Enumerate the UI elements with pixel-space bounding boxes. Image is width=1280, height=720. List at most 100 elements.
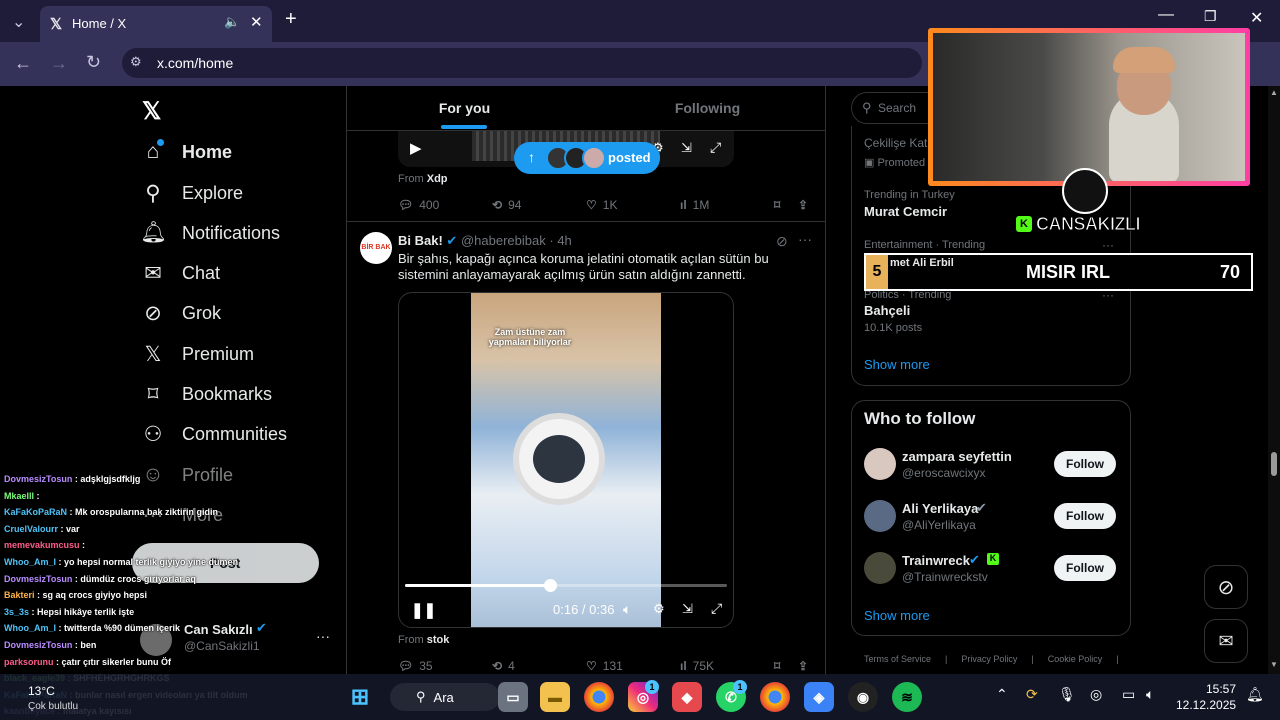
trend-item[interactable]: Murat Cemcir — [864, 204, 947, 219]
nav-item-chat[interactable]: ✉ Chat — [140, 253, 220, 293]
chrome-icon[interactable] — [584, 682, 614, 712]
start-windows-icon[interactable]: ⊞ — [345, 682, 375, 712]
file-explorer-icon[interactable]: ▬ — [540, 682, 570, 712]
reply-button[interactable]: 💬︎ 400 — [398, 198, 439, 212]
back-icon[interactable]: ← — [14, 53, 32, 74]
speaker-icon[interactable]: 🔈 — [224, 14, 240, 30]
new-posts-pill[interactable]: ↑ posted — [514, 142, 660, 174]
tweet1-from: From Xdp — [398, 173, 448, 185]
reload-icon[interactable]: ↻ — [86, 52, 101, 73]
taskbar-search[interactable]: ⚲ Ara — [390, 683, 500, 711]
tweet2-handle[interactable]: @haberebibak — [461, 233, 546, 248]
reply-button[interactable]: 💬︎ 35 — [398, 659, 433, 673]
scroll-down-icon[interactable]: ▼ — [1270, 660, 1278, 669]
close-window-icon[interactable]: ✕ — [1250, 8, 1263, 28]
views-button[interactable]: ıl 1M — [680, 198, 709, 212]
forward-icon[interactable]: → — [50, 53, 68, 74]
x-logo-icon[interactable]: 𝕏 — [142, 97, 161, 126]
weather-widget[interactable]: 13°C Çok bulutlu — [28, 684, 78, 712]
sync-icon[interactable]: ⟳ — [1026, 686, 1038, 703]
nav-item-premium[interactable]: 𝕏 Premium — [140, 334, 254, 374]
taskbar-clock[interactable]: 15:57 12.12.2025 — [1176, 681, 1236, 713]
tweet2-from-source[interactable]: stok — [427, 634, 450, 646]
grok-float-button[interactable]: ⊘ — [1204, 565, 1248, 609]
microphone-icon[interactable]: 🎙︎ — [1058, 686, 1076, 703]
obs-icon[interactable]: ◉ — [848, 682, 878, 712]
more-dots-icon[interactable]: ··· — [316, 628, 330, 644]
fullscreen-icon[interactable]: ⤢ — [711, 600, 722, 617]
spotify-icon[interactable]: ≋ — [892, 682, 922, 712]
bookmark-button[interactable]: ⌑ — [774, 659, 780, 673]
nav-item-home[interactable]: ⌂ Home — [140, 132, 232, 172]
trends-show-more[interactable]: Show more — [864, 357, 930, 372]
nav-item-profile[interactable]: ☺ Profile — [140, 455, 233, 495]
tab-following[interactable]: Following — [590, 86, 825, 130]
who-to-follow-show-more[interactable]: Show more — [864, 608, 930, 623]
location-icon[interactable]: ◎ — [1090, 686, 1102, 703]
trend-item[interactable]: Bahçeli — [864, 303, 910, 318]
footer-link[interactable]: Terms of Service — [864, 654, 931, 664]
play-icon[interactable]: ▶ — [410, 139, 422, 157]
follow-suggestion[interactable]: Ali Yerlikaya ✔ @AliYerlikaya Follow — [864, 500, 1124, 534]
repost-button[interactable]: ⟲ 94 — [492, 198, 521, 212]
footer-link[interactable]: Privacy Policy — [961, 654, 1017, 664]
nav-item-bookmarks[interactable]: ⌑ Bookmarks — [140, 374, 272, 414]
more-dots-icon[interactable]: ··· — [1102, 238, 1114, 252]
minimize-icon[interactable]: — — [1158, 6, 1174, 24]
views-button[interactable]: ıl 75K — [680, 659, 714, 673]
app-icon[interactable]: ◈ — [804, 682, 834, 712]
tweet1-from-source[interactable]: Xdp — [427, 173, 448, 185]
url-bar[interactable]: ⚙ x.com/home — [122, 48, 922, 78]
browser-tab[interactable]: 𝕏 Home / X 🔈 ✕ — [40, 6, 272, 42]
nav-item-notifications[interactable]: 🔔︎ Notifications — [140, 213, 280, 253]
pip-icon[interactable]: ⇲ — [681, 140, 692, 156]
grok-icon[interactable]: ⊘ — [776, 233, 788, 250]
restore-window-icon[interactable]: ❐ — [1204, 8, 1217, 25]
tab-for-you[interactable]: For you — [347, 86, 582, 130]
task-view-icon[interactable]: ▭ — [498, 682, 528, 712]
follow-suggestion[interactable]: zampara seyfettin @eroscawcixyx Follow — [864, 448, 1124, 482]
trend-promoted-meta: ▣ Promoted — [864, 157, 926, 169]
tweet2-author-name[interactable]: Bi Bak! — [398, 233, 443, 248]
trend-promoted-title[interactable]: Çekilişe Katıl — [864, 136, 933, 150]
follow-button[interactable]: Follow — [1054, 451, 1116, 477]
speaker-icon[interactable]: 🔈︎ — [1146, 686, 1154, 703]
tab-list-chevron-icon[interactable]: ⌄ — [12, 12, 25, 32]
share-button[interactable]: ⇪ — [798, 198, 808, 212]
like-button[interactable]: ♡ 131 — [586, 659, 623, 673]
nav-item-grok[interactable]: ⊘ Grok — [140, 293, 221, 333]
like-button[interactable]: ♡ 1K — [586, 198, 617, 212]
notification-bell-icon[interactable]: 🔔︎ — [1246, 686, 1264, 703]
app-icon[interactable]: ◆ — [672, 682, 702, 712]
scrollbar-thumb[interactable] — [1271, 452, 1277, 476]
video-progress-handle[interactable] — [543, 579, 557, 592]
follow-suggestion[interactable]: Trainwreck ✔ K @Trainwreckstv Follow — [864, 552, 1124, 586]
site-settings-icon[interactable]: ⚙ — [130, 54, 142, 70]
fullscreen-icon[interactable]: ⤢ — [710, 139, 721, 156]
scroll-up-icon[interactable]: ▲ — [1270, 88, 1278, 97]
settings-gear-icon[interactable]: ⚙ — [653, 601, 665, 617]
network-icon[interactable]: ▭ — [1122, 686, 1135, 703]
more-dots-icon[interactable]: ··· — [798, 231, 812, 247]
pip-icon[interactable]: ⇲ — [682, 601, 693, 617]
page-scrollbar[interactable]: ▲ ▼ — [1268, 86, 1280, 674]
close-tab-icon[interactable]: ✕ — [250, 13, 263, 31]
new-tab-icon[interactable]: + — [285, 8, 297, 31]
nav-item-explore[interactable]: ⚲ Explore — [140, 173, 243, 213]
follow-button[interactable]: Follow — [1054, 503, 1116, 529]
bookmark-button[interactable]: ⌑ — [774, 198, 780, 212]
pause-icon[interactable]: ❚❚ — [411, 601, 436, 619]
tweet2-time[interactable]: 4h — [557, 233, 571, 248]
follow-button[interactable]: Follow — [1054, 555, 1116, 581]
chrome-icon[interactable] — [760, 682, 790, 712]
tweet2-avatar[interactable]: BİR BAK — [360, 232, 392, 264]
share-button[interactable]: ⇪ — [798, 659, 808, 673]
messages-float-button[interactable]: ✉ — [1204, 619, 1248, 663]
video-progress-track[interactable] — [405, 579, 727, 592]
chevron-up-icon[interactable]: ⌃ — [996, 686, 1008, 703]
footer-link[interactable]: Cookie Policy — [1048, 654, 1103, 664]
tweet2-video-player[interactable]: Zam üstüne zam yapmaları biliyorlar ❚❚ 0… — [398, 292, 734, 628]
nav-item-communities[interactable]: ⚇ Communities — [140, 414, 287, 454]
repost-button[interactable]: ⟲ 4 — [492, 659, 515, 673]
volume-icon[interactable]: 🔈︎ — [623, 601, 631, 618]
